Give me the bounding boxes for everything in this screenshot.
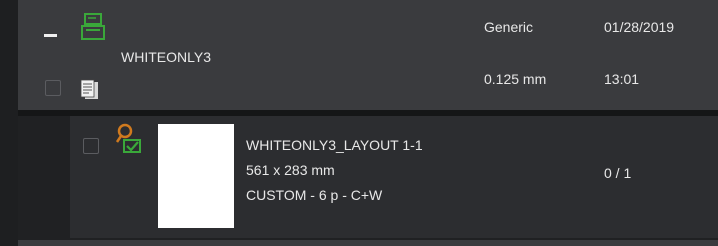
layout-status-key-check-icon xyxy=(115,123,141,153)
layout-thumbnail[interactable] xyxy=(158,124,234,228)
job-status-printer-icon xyxy=(81,13,105,40)
next-row-edge xyxy=(18,240,718,246)
layout-size: 561 x 283 mm xyxy=(246,162,335,178)
job-date: 01/28/2019 xyxy=(604,19,675,35)
layout-select-checkbox[interactable] xyxy=(83,138,99,154)
layout-copies: 0 / 1 xyxy=(604,165,632,181)
document-stack-icon xyxy=(80,79,98,99)
job-select-checkbox[interactable] xyxy=(45,80,61,96)
job-media: Generic xyxy=(484,19,534,35)
job-time: 13:01 xyxy=(604,71,640,87)
job-thickness: 0.125 mm xyxy=(484,71,547,87)
layout-name: WHITEONLY3_LAYOUT 1-1 xyxy=(246,137,423,153)
job-name: WHITEONLY3 xyxy=(121,49,211,65)
layout-mode: CUSTOM - 6 p - C+W xyxy=(246,187,383,203)
collapse-minus-icon[interactable] xyxy=(44,34,57,37)
